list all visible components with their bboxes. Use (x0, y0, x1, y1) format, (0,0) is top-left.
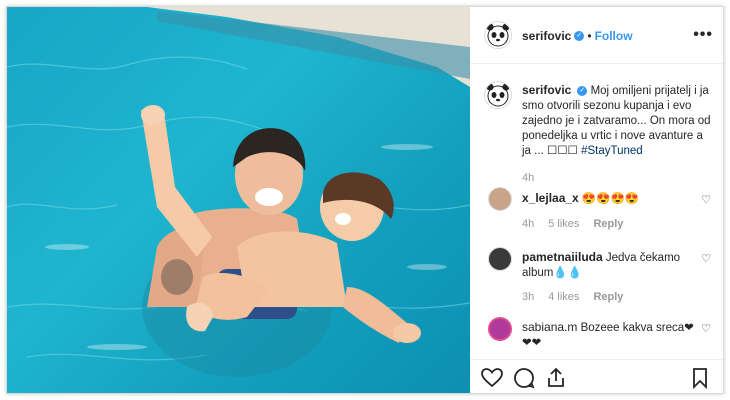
caption-emojis: ☐☐☐ (546, 145, 578, 157)
comment-icon[interactable] (512, 366, 536, 390)
comment-like-icon[interactable]: ♡ (701, 193, 711, 206)
commenter-avatar[interactable] (488, 187, 512, 211)
comment-likes[interactable]: 5 likes (548, 218, 579, 230)
panda-avatar-icon (486, 83, 510, 107)
post-photo[interactable] (7, 7, 470, 393)
post-actions-bar (470, 359, 723, 393)
reply-button[interactable]: Reply (593, 291, 623, 303)
follow-button[interactable]: Follow (595, 29, 633, 43)
comment-time[interactable]: 3h (522, 291, 534, 303)
comment-meta: 3h 4 likes Reply (522, 291, 637, 303)
comment-username[interactable]: sabiana.m (522, 320, 577, 334)
comment-item: pametnaiiluda Jedva čekamo album💧💧 (522, 250, 697, 281)
separator-dot: • (587, 29, 592, 43)
caption-time[interactable]: 4h (522, 172, 534, 184)
share-icon[interactable] (544, 366, 568, 390)
caption-avatar[interactable] (484, 81, 512, 109)
profile-avatar[interactable] (484, 21, 512, 49)
header-username[interactable]: serifovic (522, 29, 571, 43)
panda-avatar-icon (486, 23, 510, 47)
caption-username[interactable]: serifovic (522, 83, 571, 97)
comment-likes[interactable]: 4 likes (548, 291, 579, 303)
comment-like-icon[interactable]: ♡ (701, 322, 711, 335)
commenter-avatar[interactable] (488, 317, 512, 341)
caption-meta: 4h (522, 172, 548, 184)
pool-photo-illustration (7, 7, 470, 377)
comment-time[interactable]: 4h (522, 218, 534, 230)
verified-badge-icon: ✓ (574, 30, 585, 41)
comment-text: 😍😍😍😍 (581, 193, 640, 205)
comment-item: x_lejlaa_x 😍😍😍😍 (522, 191, 697, 207)
instagram-post: serifovic ✓ • Follow ••• serifovic ✓ Moj omi… (6, 6, 724, 394)
comment-username[interactable]: x_lejlaa_x (522, 191, 579, 205)
post-header: serifovic ✓ • Follow ••• (470, 7, 723, 64)
post-side-panel: serifovic ✓ • Follow ••• serifovic ✓ Moj omi… (470, 7, 723, 393)
commenter-avatar[interactable] (488, 247, 512, 271)
comment-meta: 4h 5 likes Reply (522, 218, 637, 230)
more-options-icon[interactable]: ••• (693, 26, 713, 44)
reply-button[interactable]: Reply (593, 218, 623, 230)
comment-like-icon[interactable]: ♡ (701, 252, 711, 265)
comment-username[interactable]: pametnaiiluda (522, 250, 603, 264)
comment-item: sabiana.m Bozeee kakva sreca❤ ❤❤ (522, 320, 697, 351)
bookmark-icon[interactable] (688, 366, 712, 390)
caption-hashtag[interactable]: #StayTuned (581, 145, 643, 157)
header-user-line: serifovic ✓ • Follow (522, 27, 633, 45)
post-caption: serifovic ✓ Moj omiljeni prijatelj i ja s… (522, 83, 712, 159)
verified-badge-icon: ✓ (577, 85, 588, 96)
heart-icon[interactable] (480, 366, 504, 390)
